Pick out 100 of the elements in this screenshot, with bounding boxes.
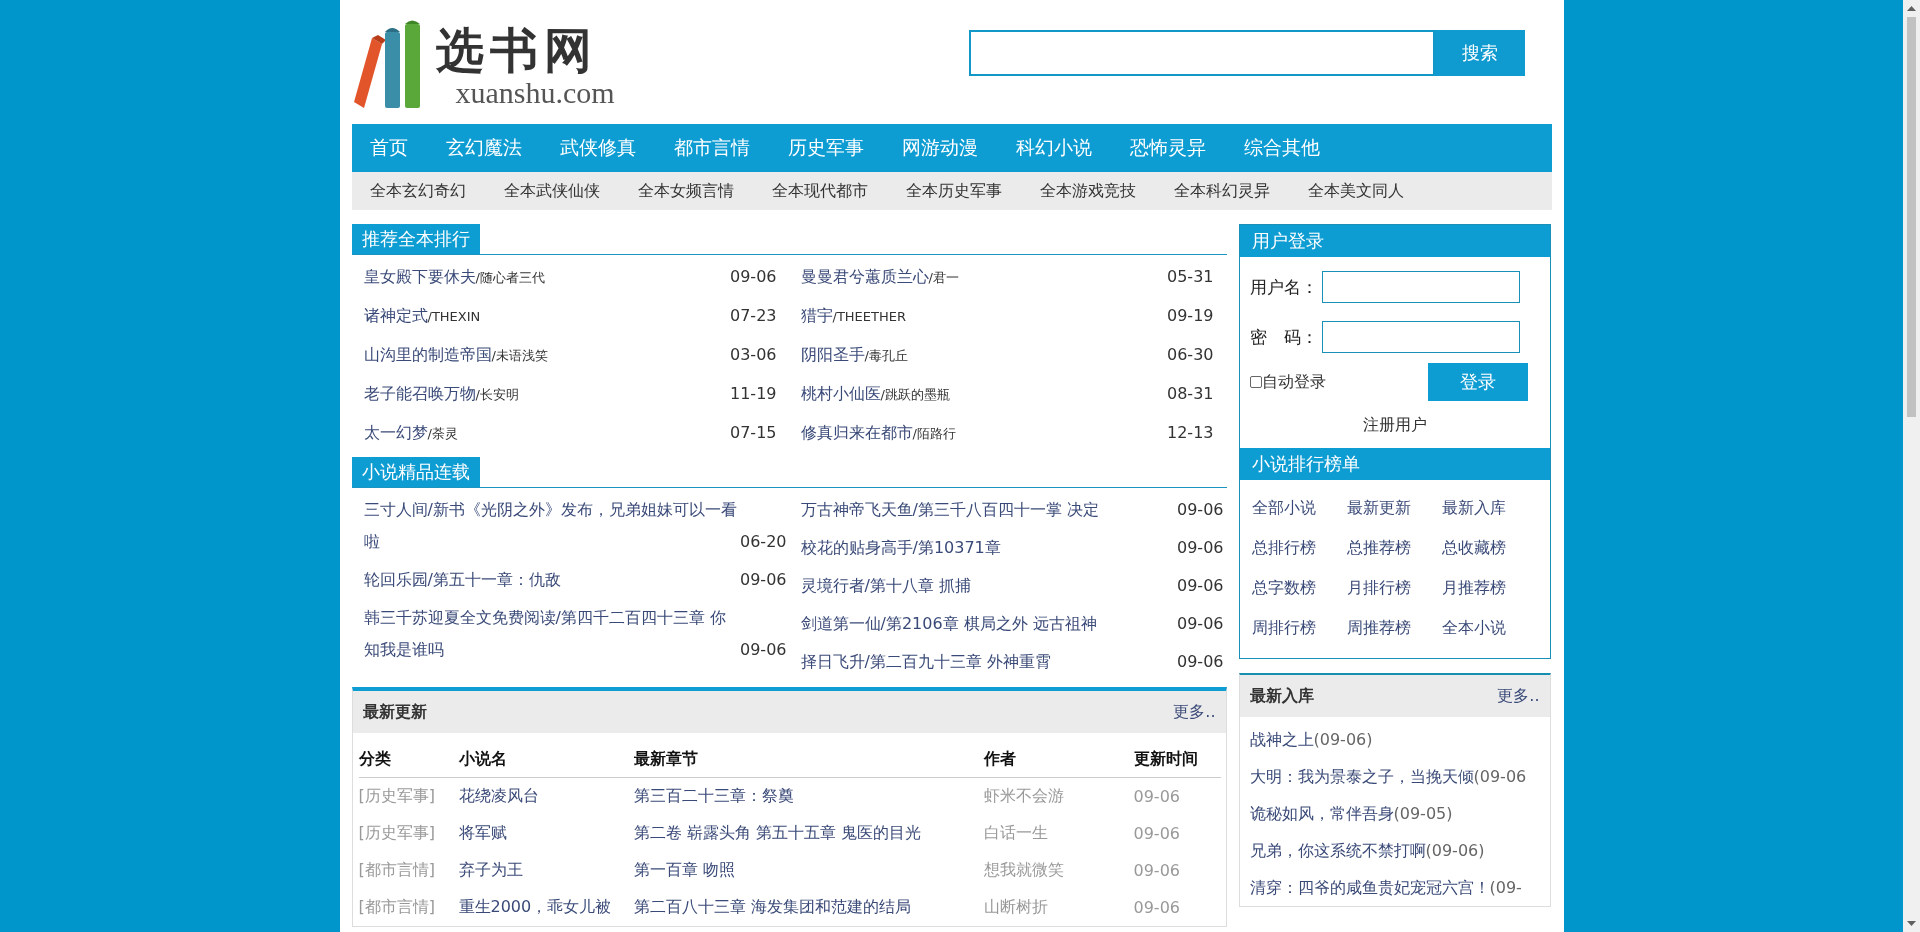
ranking-link[interactable]: 周推荐榜 — [1346, 608, 1443, 648]
panel-title: 用户登录 — [1251, 229, 1324, 253]
subnav-link[interactable]: 全本游戏竞技 — [1039, 180, 1136, 202]
book-link[interactable]: 曼曼君兮蕙质兰心 — [800, 267, 929, 286]
ranking-link[interactable]: 总排行榜 — [1251, 528, 1347, 568]
column-header: 作者 — [983, 741, 1134, 778]
ranking-link[interactable]: 最新入库 — [1442, 488, 1538, 528]
field-label: 密 码： — [1249, 325, 1318, 349]
ranking-link[interactable]: 全本小说 — [1442, 608, 1538, 648]
date-text: 05-31 — [1167, 266, 1214, 288]
author-name: /跳跃的墨瓶 — [880, 387, 950, 402]
book-link[interactable]: 诡秘如风，常伴吾身 — [1249, 804, 1394, 823]
date-text: 12-13 — [1167, 422, 1214, 444]
author-name: /长安明 — [475, 387, 519, 402]
subnav-link[interactable]: 全本历史军事 — [905, 180, 1002, 202]
subnav-link[interactable]: 全本武侠仙侠 — [503, 180, 600, 202]
chapter-link[interactable]: 万古神帝飞天鱼/第三千八百四十一掌 决定 — [800, 494, 1175, 526]
date-text: 07-15 — [730, 422, 777, 444]
book-link[interactable]: 山沟里的制造帝国 — [363, 345, 492, 364]
table-cell: 山断树折 — [983, 889, 1134, 926]
subnav-link[interactable]: 全本现代都市 — [771, 180, 868, 202]
section-title: 小说精品连载 — [351, 457, 480, 487]
chapter-link[interactable]: 校花的贴身高手/第10371章 — [800, 532, 1175, 564]
date-text: 06-30 — [1167, 344, 1214, 366]
table-cell-text: [都市言情] — [358, 896, 436, 918]
subnav-link[interactable]: 全本科幻灵异 — [1173, 180, 1270, 202]
book-link[interactable]: 修真归来在都市 — [800, 423, 913, 442]
subnav-link[interactable]: 全本女频言情 — [637, 180, 734, 202]
more-link[interactable]: 更多.. — [1173, 701, 1216, 723]
book-link[interactable]: 老子能召唤万物 — [363, 384, 476, 403]
more-link[interactable]: 更多.. — [1497, 685, 1540, 707]
chapter-link[interactable]: 轮回乐园/第五十一章：仇敌 — [363, 564, 738, 596]
field-label: 用户名： — [1249, 275, 1318, 299]
chapter-link[interactable]: 灵境行者/第十八章 抓捕 — [800, 570, 1175, 602]
scrollbar-thumb[interactable] — [1907, 17, 1916, 417]
ranking-link[interactable]: 总收藏榜 — [1442, 528, 1538, 568]
author-name: /随心者三代 — [475, 270, 545, 285]
ranking-link[interactable]: 总推荐榜 — [1346, 528, 1443, 568]
ranking-link[interactable]: 总字数榜 — [1251, 568, 1347, 608]
column-header: 小说名 — [458, 741, 634, 778]
book-link[interactable]: 阴阳圣手 — [800, 345, 865, 364]
section-title: 推荐全本排行 — [351, 224, 480, 254]
table-cell[interactable]: 第三百二十三章：祭奠 — [633, 777, 984, 815]
book-link[interactable]: 战神之上 — [1249, 730, 1314, 749]
table-cell[interactable]: 将军赋 — [458, 815, 634, 852]
date-text: (09-06 — [1473, 767, 1527, 786]
panel-title: 最新入库 — [1249, 685, 1314, 707]
table-cell: 想我就微笑 — [983, 852, 1134, 889]
table-cell[interactable]: 弃子为王 — [458, 852, 634, 889]
table-cell[interactable]: 重生2000，乖女儿被 — [458, 889, 634, 926]
ranking-link[interactable]: 月排行榜 — [1346, 568, 1443, 608]
table-cell[interactable]: 第二卷 崭露头角 第五十五章 鬼医的目光 — [633, 815, 984, 852]
chapter-link[interactable]: 三寸人间/新书《光阴之外》发布，兄弟姐妹可以一看啦 — [363, 494, 738, 558]
search-field[interactable] — [968, 30, 1435, 76]
table-cell: 09-06 — [1133, 777, 1221, 815]
chapter-link[interactable]: 择日飞升/第二百九十三章 外神重霄 — [800, 646, 1175, 678]
date-text: 03-06 — [730, 344, 777, 366]
date-text: 09-06 — [740, 639, 787, 661]
checkbox[interactable] — [1249, 376, 1262, 388]
panel-title: 小说排行榜单 — [1251, 452, 1360, 476]
subnav-link[interactable]: 全本玄幻奇幻 — [369, 180, 466, 202]
chapter-link[interactable]: 剑道第一仙/第2106章 棋局之外 远古祖神 — [800, 608, 1175, 640]
subnav-link[interactable]: 全本美文同人 — [1307, 180, 1404, 202]
ranking-link[interactable]: 最新更新 — [1346, 488, 1443, 528]
date-text: 06-20 — [740, 531, 787, 553]
table-cell[interactable]: 第二百八十三章 海发集团和范建的结局 — [633, 889, 984, 926]
date-text: 09-06 — [740, 569, 787, 591]
up-arrow-icon[interactable] — [1907, 6, 1916, 11]
date-text: (09-06) — [1425, 841, 1485, 860]
chapter-link[interactable]: 韩三千苏迎夏全文免费阅读/第四千二百四十三章 你知我是谁吗 — [363, 602, 738, 666]
column-header: 更新时间 — [1133, 741, 1221, 778]
book-link[interactable]: 清穿：四爷的咸鱼贵妃宠冠六宫！ — [1249, 878, 1490, 897]
book-link[interactable]: 太一幻梦 — [363, 423, 428, 442]
book-link[interactable]: 诸神定式 — [363, 306, 428, 325]
book-link[interactable]: 大明：我为景泰之子，当挽天倾 — [1249, 767, 1474, 786]
ranking-link[interactable]: 全部小说 — [1251, 488, 1347, 528]
table-cell[interactable]: 花绕凌风台 — [458, 777, 634, 815]
table-cell: 虾米不会游 — [983, 777, 1134, 815]
table-cell-text: 09-06 — [1133, 897, 1181, 919]
table-cell-text: [都市言情] — [358, 859, 436, 881]
author-name: /THEETHER — [832, 309, 906, 324]
author-name: /君一 — [928, 270, 959, 285]
book-link[interactable]: 皇女殿下要休夫 — [363, 267, 476, 286]
username-field[interactable] — [1321, 271, 1520, 303]
table-cell[interactable]: 第一百章 吻照 — [633, 852, 984, 889]
site-domain: xuanshu.com — [455, 76, 615, 110]
date-text: 09-19 — [1167, 305, 1214, 327]
author-name: /THEXIN — [427, 309, 481, 324]
book-link[interactable]: 桃村小仙医 — [800, 384, 881, 403]
register-link[interactable]: 注册用户 — [1362, 415, 1427, 434]
down-arrow-icon[interactable] — [1907, 921, 1916, 926]
scrollbar[interactable] — [1903, 0, 1920, 932]
table-cell-text: 09-06 — [1133, 860, 1181, 882]
password-field[interactable] — [1321, 321, 1520, 353]
ranking-link[interactable]: 周排行榜 — [1251, 608, 1347, 648]
author-name: /未语浅笑 — [491, 348, 548, 363]
book-link[interactable]: 猎宇 — [800, 306, 833, 325]
book-link[interactable]: 兄弟，你这系统不禁打啊 — [1249, 841, 1426, 860]
ranking-link[interactable]: 月推荐榜 — [1442, 568, 1538, 608]
table-cell: 白话一生 — [983, 815, 1134, 852]
